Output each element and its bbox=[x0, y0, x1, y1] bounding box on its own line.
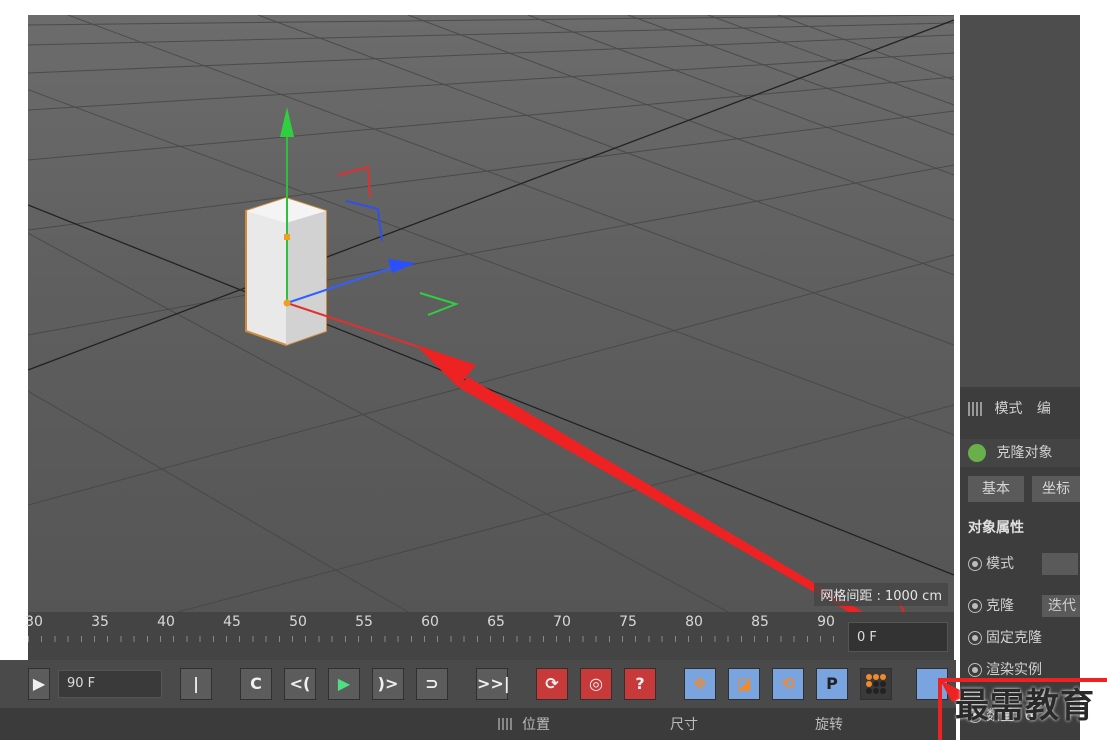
autokey-button[interactable]: ◎ bbox=[580, 668, 612, 700]
timeline-minor-ticks bbox=[28, 636, 838, 642]
timeline-ruler[interactable]: 30 35 40 45 50 55 60 65 70 75 80 85 90 0 F bbox=[25, 612, 954, 660]
timeline-tick-label: 80 bbox=[685, 614, 703, 630]
timeline-tick-label: 30 bbox=[25, 614, 43, 630]
tab-basic[interactable]: 基本 bbox=[968, 476, 1024, 502]
scale-tool-button[interactable]: ◪ bbox=[728, 668, 760, 700]
row-clone-label: 克隆 bbox=[986, 598, 1014, 614]
timeline-tick-label: 55 bbox=[355, 614, 373, 630]
timeline-tick-label: 85 bbox=[751, 614, 769, 630]
row-mode-label: 模式 bbox=[986, 556, 1014, 572]
object-name: 克隆对象 bbox=[996, 445, 1053, 461]
grid-icon bbox=[968, 402, 982, 416]
rotate-tool-button[interactable]: ⟲ bbox=[772, 668, 804, 700]
goto-start-button[interactable]: |<< bbox=[180, 668, 212, 723]
dots-grid-svg bbox=[866, 674, 886, 694]
object-header: 克隆对象 bbox=[960, 439, 1080, 467]
play-button[interactable]: ▶ bbox=[328, 668, 360, 700]
next-key-button[interactable]: ⊃ bbox=[416, 668, 448, 700]
row-mode: 模式 bbox=[960, 551, 1080, 577]
play-small-icon[interactable]: ▶ bbox=[28, 668, 50, 700]
mode-dropdown[interactable] bbox=[1042, 553, 1078, 575]
param-tool-button[interactable]: P bbox=[816, 668, 848, 700]
object-manager-panel[interactable] bbox=[960, 15, 1080, 387]
timeline-tick-label: 50 bbox=[289, 614, 307, 630]
end-frame-field[interactable]: 90 F bbox=[58, 670, 162, 698]
timeline-tick-label: 90 bbox=[817, 614, 835, 630]
help-button[interactable]: ? bbox=[624, 668, 656, 700]
mode-radio[interactable] bbox=[968, 557, 982, 571]
size-label: 尺寸 bbox=[670, 717, 698, 733]
attr-tabs: 模式 编 bbox=[960, 395, 1080, 423]
clone-dropdown[interactable]: 迭代 bbox=[1042, 595, 1080, 617]
prev-key-button[interactable]: C bbox=[240, 668, 272, 700]
goto-end-button[interactable]: >>| bbox=[476, 668, 510, 700]
cloner-icon bbox=[968, 444, 986, 462]
section-title: 对象属性 bbox=[968, 520, 1024, 536]
watermark-logo: 最需教育 bbox=[955, 686, 1095, 726]
record-key-button[interactable]: ⟳ bbox=[536, 668, 568, 700]
grid-icon bbox=[498, 718, 512, 730]
playback-toolbar: ▶ 90 F |<< C <( ▶ )> ⊃ >>| ⟳ ◎ ? ✥ ◪ ⟲ P bbox=[0, 660, 956, 723]
timeline-tick-label: 65 bbox=[487, 614, 505, 630]
timeline-tick-label: 75 bbox=[619, 614, 637, 630]
3d-viewport[interactable]: 网格间距 : 1000 cm bbox=[28, 15, 954, 612]
position-label: 位置 bbox=[522, 717, 550, 733]
coordinate-bar: 位置 尺寸 旋转 bbox=[0, 708, 956, 740]
tab-mode[interactable]: 模式 bbox=[994, 401, 1022, 417]
timeline-tick-label: 40 bbox=[157, 614, 175, 630]
clone-radio[interactable] bbox=[968, 599, 982, 613]
rotation-label: 旋转 bbox=[815, 717, 843, 733]
timeline-tick-label: 70 bbox=[553, 614, 571, 630]
prev-frame-button[interactable]: <( bbox=[284, 668, 316, 700]
tab-edit[interactable]: 编 bbox=[1037, 401, 1051, 417]
dots-grid-icon[interactable] bbox=[860, 668, 892, 700]
viewport-scene bbox=[28, 15, 954, 612]
next-frame-button[interactable]: )> bbox=[372, 668, 404, 700]
timeline-tick-label: 60 bbox=[421, 614, 439, 630]
grid-spacing-label: 网格间距 : 1000 cm bbox=[814, 583, 948, 606]
timeline-tick-label: 35 bbox=[91, 614, 109, 630]
row-clone: 克隆 迭代 bbox=[960, 593, 1080, 619]
tab-coord[interactable]: 坐标 bbox=[1032, 476, 1080, 502]
timeline-tick-label: 45 bbox=[223, 614, 241, 630]
move-tool-button[interactable]: ✥ bbox=[684, 668, 716, 700]
